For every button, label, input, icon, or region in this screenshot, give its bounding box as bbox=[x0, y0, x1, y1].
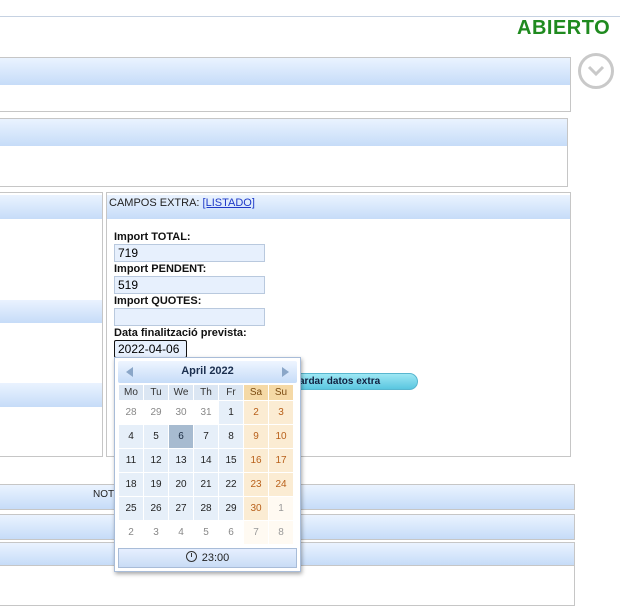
calendar-day[interactable]: 3 bbox=[269, 401, 293, 424]
dow-fr: Fr bbox=[219, 385, 243, 400]
calendar-day[interactable]: 11 bbox=[119, 449, 143, 472]
calendar-day[interactable]: 8 bbox=[219, 425, 243, 448]
import-total-input[interactable]: 719 bbox=[114, 244, 265, 262]
calendar-day[interactable]: 2 bbox=[244, 401, 268, 424]
extra-fields-title-text: CAMPOS EXTRA: bbox=[109, 197, 200, 209]
dow-tu: Tu bbox=[144, 385, 168, 400]
calendar-day[interactable]: 27 bbox=[169, 497, 193, 520]
import-total-label: Import TOTAL: bbox=[114, 231, 191, 243]
calendar-day[interactable]: 7 bbox=[244, 521, 268, 544]
dow-sa: Sa bbox=[244, 385, 268, 400]
calendar-day[interactable]: 23 bbox=[244, 473, 268, 496]
calendar-header: April 2022 bbox=[118, 361, 297, 383]
time-selector[interactable]: 23:00 bbox=[118, 548, 297, 568]
calendar-day[interactable]: 21 bbox=[194, 473, 218, 496]
import-quotes-label: Import QUOTES: bbox=[114, 295, 202, 307]
calendar-grid: Mo Tu We Th Fr Sa Su 28 29 30 31 1 2 3 4… bbox=[118, 384, 299, 545]
collapse-chevron-icon[interactable] bbox=[578, 53, 614, 89]
calendar-day[interactable]: 22 bbox=[219, 473, 243, 496]
calendar-day[interactable]: 2 bbox=[119, 521, 143, 544]
import-pendent-label: Import PENDENT: bbox=[114, 263, 207, 275]
calendar-day[interactable]: 8 bbox=[269, 521, 293, 544]
calendar-week: 2 3 4 5 6 7 8 bbox=[119, 521, 293, 544]
dow-th: Th bbox=[194, 385, 218, 400]
calendar-week: 28 29 30 31 1 2 3 bbox=[119, 401, 293, 424]
calendar-day[interactable]: 3 bbox=[144, 521, 168, 544]
calendar-day[interactable]: 6 bbox=[219, 521, 243, 544]
import-quotes-input[interactable] bbox=[114, 308, 265, 326]
calendar-day[interactable]: 30 bbox=[169, 401, 193, 424]
calendar-week: 25 26 27 28 29 30 1 bbox=[119, 497, 293, 520]
calendar-week: 4 5 6 7 8 9 10 bbox=[119, 425, 293, 448]
status-label: ABIERTO bbox=[517, 17, 611, 39]
calendar-day[interactable]: 28 bbox=[194, 497, 218, 520]
calendar-day[interactable]: 4 bbox=[169, 521, 193, 544]
section-panel-1 bbox=[0, 57, 571, 112]
calendar-day-selected[interactable]: 6 bbox=[169, 425, 193, 448]
calendar-day[interactable]: 13 bbox=[169, 449, 193, 472]
calendar-week: 18 19 20 21 22 23 24 bbox=[119, 473, 293, 496]
calendar-day[interactable]: 14 bbox=[194, 449, 218, 472]
calendar-day[interactable]: 15 bbox=[219, 449, 243, 472]
calendar-day[interactable]: 1 bbox=[219, 401, 243, 424]
extra-fields-title: CAMPOS EXTRA: [LISTADO] bbox=[109, 197, 255, 209]
dow-mo: Mo bbox=[119, 385, 143, 400]
calendar-day[interactable]: 9 bbox=[244, 425, 268, 448]
clock-icon bbox=[185, 551, 197, 562]
calendar-day[interactable]: 7 bbox=[194, 425, 218, 448]
calendar-day[interactable]: 1 bbox=[269, 497, 293, 520]
left-panel bbox=[0, 192, 103, 457]
next-month-icon[interactable] bbox=[282, 367, 289, 377]
calendar-day[interactable]: 29 bbox=[144, 401, 168, 424]
bottom-panel bbox=[0, 566, 575, 606]
calendar-week: 11 12 13 14 15 16 17 bbox=[119, 449, 293, 472]
calendar-day[interactable]: 4 bbox=[119, 425, 143, 448]
calendar-day[interactable]: 19 bbox=[144, 473, 168, 496]
calendar-day[interactable]: 10 bbox=[269, 425, 293, 448]
dow-su: Su bbox=[269, 385, 293, 400]
dow-we: We bbox=[169, 385, 193, 400]
calendar-day[interactable]: 30 bbox=[244, 497, 268, 520]
section-header-1[interactable] bbox=[0, 58, 570, 85]
calendar-day[interactable]: 26 bbox=[144, 497, 168, 520]
time-value: 23:00 bbox=[201, 552, 230, 564]
calendar-day[interactable]: 20 bbox=[169, 473, 193, 496]
listado-link[interactable]: [LISTADO] bbox=[203, 197, 255, 209]
calendar-day[interactable]: 16 bbox=[244, 449, 268, 472]
calendar-day[interactable]: 17 bbox=[269, 449, 293, 472]
left-panel-header-2[interactable] bbox=[0, 300, 102, 323]
calendar-dow-row: Mo Tu We Th Fr Sa Su bbox=[119, 385, 293, 400]
section-header-2[interactable] bbox=[0, 119, 567, 146]
left-panel-header-1[interactable] bbox=[0, 195, 102, 219]
calendar-day[interactable]: 29 bbox=[219, 497, 243, 520]
calendar-day[interactable]: 31 bbox=[194, 401, 218, 424]
calendar-day[interactable]: 5 bbox=[144, 425, 168, 448]
notice-text: NOT bbox=[93, 489, 115, 500]
calendar-day[interactable]: 28 bbox=[119, 401, 143, 424]
calendar-day[interactable]: 18 bbox=[119, 473, 143, 496]
import-pendent-input[interactable]: 519 bbox=[114, 276, 265, 294]
date-label: Data finalització prevista: bbox=[114, 327, 247, 339]
calendar-day[interactable]: 25 bbox=[119, 497, 143, 520]
left-panel-header-3[interactable] bbox=[0, 383, 102, 407]
date-input[interactable]: 2022-04-06 bbox=[114, 340, 187, 358]
section-panel-2 bbox=[0, 118, 568, 187]
calendar-day[interactable]: 5 bbox=[194, 521, 218, 544]
date-picker-popup: April 2022 Mo Tu We Th Fr Sa Su 28 29 30… bbox=[114, 357, 301, 572]
calendar-day[interactable]: 24 bbox=[269, 473, 293, 496]
calendar-day[interactable]: 12 bbox=[144, 449, 168, 472]
calendar-month-title: April 2022 bbox=[181, 365, 234, 377]
